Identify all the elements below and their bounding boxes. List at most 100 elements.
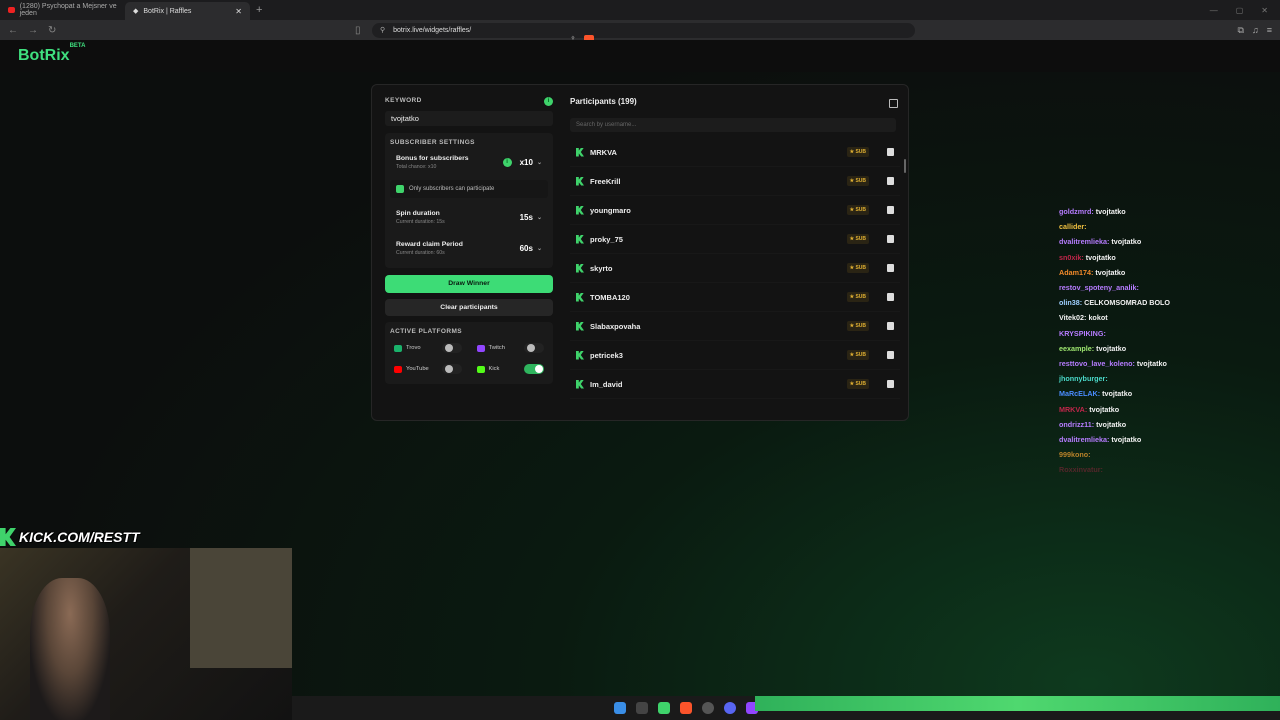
- keyword-input[interactable]: tvojtatko: [385, 111, 553, 126]
- forward-icon[interactable]: →: [28, 25, 38, 36]
- trash-icon[interactable]: [887, 380, 894, 388]
- reload-icon[interactable]: ↻: [48, 25, 56, 36]
- platform-label: YouTube: [406, 366, 429, 372]
- participant-row: Im_david ★ SUB: [570, 370, 900, 399]
- participant-row: Slabaxpovaha ★ SUB: [570, 312, 900, 341]
- participant-search-input[interactable]: Search by username...: [570, 118, 896, 132]
- platform-youtube: YouTube: [390, 362, 466, 376]
- botrix-favicon-icon: ◆: [133, 8, 139, 15]
- sub-badge: ★ SUB: [846, 205, 869, 215]
- chat-message: 999kono:: [1059, 447, 1219, 462]
- trash-icon[interactable]: [887, 148, 894, 156]
- trash-icon[interactable]: [887, 206, 894, 214]
- brave-browser-icon[interactable]: [680, 702, 692, 714]
- url-field[interactable]: ⚲ botrix.live/widgets/raffles/ ⇪: [372, 22, 915, 45]
- platform-label: Kick: [488, 366, 500, 372]
- platform-trovo: Trovo: [390, 341, 466, 355]
- spin-duration-select[interactable]: 15s ⌄: [520, 213, 542, 222]
- active-platforms-label: ACTIVE PLATFORMS: [390, 328, 462, 335]
- close-window-icon[interactable]: ✕: [1261, 6, 1268, 15]
- copy-icon[interactable]: [889, 99, 898, 108]
- chat-username: resttovo_lave_koleno:: [1059, 359, 1135, 369]
- minimize-icon[interactable]: —: [1210, 6, 1218, 15]
- terminal-icon[interactable]: [636, 702, 648, 714]
- spin-subtitle: Current duration: 15s: [396, 218, 445, 225]
- browser-tab-youtube[interactable]: (1280) Psychopat a Mejsner ve jeden: [0, 1, 125, 19]
- kick-icon: [576, 350, 584, 360]
- youtube-toggle[interactable]: [441, 364, 462, 374]
- chat-username: eexample:: [1059, 343, 1095, 353]
- kick-toggle[interactable]: [524, 364, 544, 374]
- spin-duration-row: Spin duration Current duration: 15s 15s …: [390, 201, 548, 232]
- participant-row: proky_75 ★ SUB: [570, 225, 900, 254]
- back-icon[interactable]: ←: [8, 25, 18, 36]
- chat-message: resttovo_lave_koleno: tvojtatko: [1059, 356, 1219, 371]
- trash-icon[interactable]: [887, 177, 894, 185]
- maximize-icon[interactable]: ▢: [1236, 6, 1244, 15]
- chevron-down-icon: ⌄: [536, 245, 542, 252]
- checkbox-icon[interactable]: [396, 185, 404, 193]
- kick-icon: [476, 365, 485, 373]
- info-icon[interactable]: i: [502, 157, 512, 167]
- claim-period-select[interactable]: 60s ⌄: [520, 244, 542, 253]
- trash-icon[interactable]: [887, 293, 894, 301]
- logo-text: BotRix: [18, 47, 70, 64]
- spin-title: Spin duration: [396, 209, 440, 217]
- participant-row: FreeKrill ★ SUB: [570, 167, 900, 196]
- clear-participants-button[interactable]: Clear participants: [385, 299, 553, 316]
- participant-row: skyrto ★ SUB: [570, 254, 900, 283]
- kick-icon: [576, 205, 584, 215]
- bonus-title: Bonus for subscribers: [396, 154, 469, 162]
- media-icon[interactable]: ♫: [1252, 25, 1259, 36]
- site-info-icon[interactable]: ⚲: [380, 26, 385, 34]
- chat-message: MaRcELAK: tvojtatko: [1059, 386, 1219, 401]
- chat-message: eexample: tvojtatko: [1059, 341, 1219, 356]
- kick-app-icon[interactable]: [658, 702, 670, 714]
- subscriber-settings: SUBSCRIBER SETTINGS Bonus for subscriber…: [385, 133, 553, 268]
- chat-username: goldzmrd:: [1059, 207, 1094, 216]
- bonus-select[interactable]: i x10 ⌄: [502, 157, 542, 167]
- chat-text: tvojtatko: [1095, 207, 1126, 216]
- botrix-logo[interactable]: BotRixBETA: [18, 43, 85, 65]
- kick-banner-text: KICK.COM/RESTT: [19, 529, 140, 545]
- list-scrollbar[interactable]: [904, 159, 906, 173]
- chat-message: jhonnyburger:: [1059, 371, 1219, 386]
- chat-message: callider:: [1059, 219, 1219, 234]
- sub-badge-label: SUB: [855, 381, 866, 387]
- tab-label: BotRix | Raffles: [143, 7, 192, 15]
- chevron-down-icon: ⌄: [536, 159, 542, 166]
- sub-badge-label: SUB: [855, 207, 866, 213]
- subscriber-settings-label: SUBSCRIBER SETTINGS: [390, 139, 475, 146]
- extensions-icon[interactable]: ⧉: [1238, 25, 1244, 36]
- info-icon[interactable]: i: [544, 97, 553, 106]
- menu-icon[interactable]: ≡: [1267, 25, 1272, 36]
- new-tab-button[interactable]: +: [250, 4, 268, 16]
- trovo-icon: [394, 344, 402, 352]
- only-subscribers-checkbox[interactable]: Only subscribers can participate: [390, 180, 548, 198]
- streamer-image: [30, 578, 110, 720]
- participant-list: MRKVA ★ SUB FreeKrill ★ SUB youngmaro ★ SUB pr…: [570, 138, 900, 399]
- chat-text: kokot: [1088, 313, 1108, 323]
- browser-tab-botrix[interactable]: ◆ BotRix | Raffles ✕: [125, 2, 250, 20]
- obs-icon[interactable]: [702, 702, 714, 714]
- kick-logo-icon: [0, 528, 16, 546]
- toggle-knob: [535, 365, 543, 373]
- trash-icon[interactable]: [887, 235, 894, 243]
- trovo-toggle[interactable]: [441, 343, 462, 353]
- discord-icon[interactable]: [724, 702, 736, 714]
- claim-subtitle: Current duration: 60s: [396, 249, 445, 256]
- close-tab-icon[interactable]: ✕: [235, 7, 242, 16]
- chat-username: Roxxinvatur:: [1059, 465, 1103, 475]
- trash-icon[interactable]: [887, 264, 894, 272]
- twitch-toggle[interactable]: [524, 343, 544, 353]
- trash-icon[interactable]: [887, 351, 894, 359]
- chat-text: CELKOMSOMRAD BOLO: [1084, 298, 1171, 308]
- bookmark-icon[interactable]: ▯: [355, 25, 361, 36]
- bonus-row: Bonus for subscribers Total chance: x10 …: [390, 146, 548, 177]
- webcam-background: [190, 548, 292, 668]
- chat-message: dvalitremlieka: tvojtatko: [1059, 432, 1219, 447]
- participants-panel: Participants (199) Search by username...…: [570, 97, 906, 399]
- draw-winner-button[interactable]: Draw Winner: [385, 275, 553, 293]
- trash-icon[interactable]: [887, 322, 894, 330]
- windows-start-icon[interactable]: [614, 702, 626, 714]
